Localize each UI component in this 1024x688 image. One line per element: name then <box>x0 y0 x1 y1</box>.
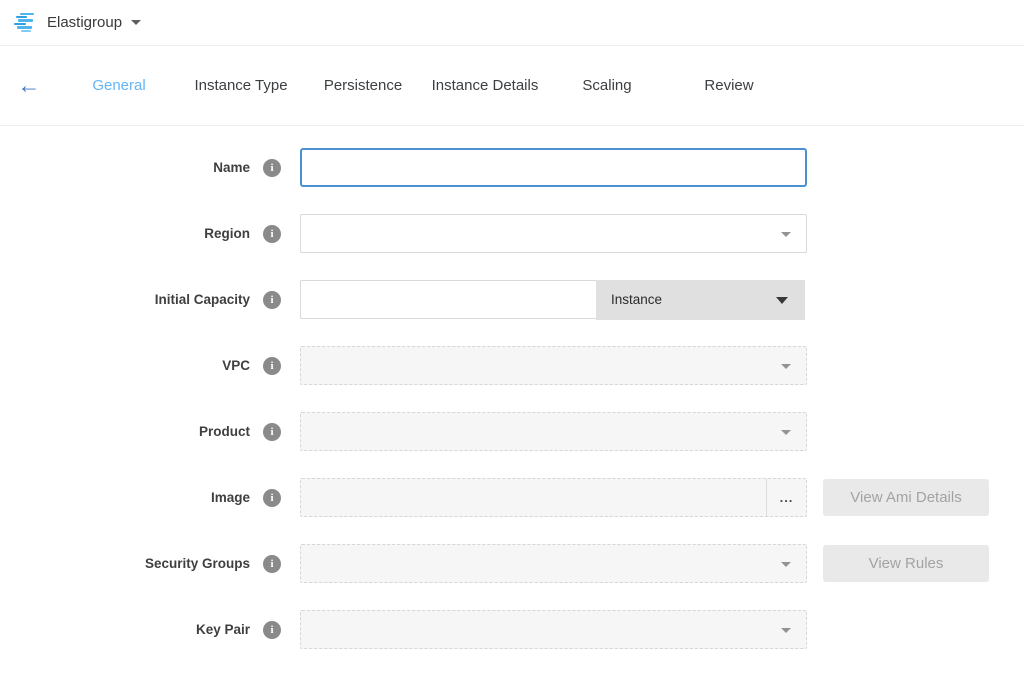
capacity-unit-value: Instance <box>611 292 662 307</box>
product-select <box>300 412 807 451</box>
security-groups-label: Security Groups <box>145 556 250 571</box>
tab-instance-details[interactable]: Instance Details <box>424 77 546 94</box>
initial-capacity-label: Initial Capacity <box>155 292 250 307</box>
name-info-icon[interactable]: i <box>263 159 281 177</box>
key-pair-row: Key Pair i <box>0 610 1024 649</box>
vpc-select <box>300 346 807 385</box>
key-pair-info-icon[interactable]: i <box>263 621 281 639</box>
view-ami-details-button[interactable]: View Ami Details <box>823 479 989 516</box>
vpc-chevron-down-icon <box>781 364 791 369</box>
tab-persistence[interactable]: Persistence <box>302 77 424 94</box>
region-label: Region <box>204 226 250 241</box>
back-arrow-icon[interactable]: ← <box>0 74 58 97</box>
key-pair-label: Key Pair <box>196 622 250 637</box>
initial-capacity-row: Initial Capacity i Instance <box>0 280 1024 319</box>
name-input[interactable] <box>300 148 807 187</box>
name-row: Name i <box>0 148 1024 187</box>
general-settings-form: Name i Region i Initial Capacity i Inst <box>0 126 1024 649</box>
elastigroup-logo-icon <box>14 13 37 33</box>
wizard-tab-bar: ← General Instance Type Persistence Inst… <box>0 46 1024 126</box>
key-pair-chevron-down-icon <box>781 628 791 633</box>
image-value <box>301 479 766 516</box>
initial-capacity-input[interactable] <box>300 280 596 319</box>
security-groups-chevron-down-icon <box>781 562 791 567</box>
image-row: Image i ... View Ami Details <box>0 478 1024 517</box>
product-info-icon[interactable]: i <box>263 423 281 441</box>
image-label: Image <box>211 490 250 505</box>
tab-scaling[interactable]: Scaling <box>546 77 668 94</box>
app-header: Elastigroup <box>0 0 1024 46</box>
product-chevron-down-icon <box>781 430 791 435</box>
product-row: Product i <box>0 412 1024 451</box>
tab-review[interactable]: Review <box>668 77 790 94</box>
product-label: Product <box>199 424 250 439</box>
vpc-row: VPC i <box>0 346 1024 385</box>
tab-general[interactable]: General <box>58 77 180 94</box>
initial-capacity-info-icon[interactable]: i <box>263 291 281 309</box>
capacity-unit-chevron-down-icon <box>776 297 788 304</box>
name-label: Name <box>213 160 250 175</box>
app-title: Elastigroup <box>47 14 122 31</box>
security-groups-info-icon[interactable]: i <box>263 555 281 573</box>
vpc-info-icon[interactable]: i <box>263 357 281 375</box>
image-browse-button[interactable]: ... <box>766 479 806 516</box>
region-chevron-down-icon <box>781 232 791 237</box>
key-pair-select <box>300 610 807 649</box>
app-switcher-chevron-down-icon[interactable] <box>131 20 141 25</box>
security-groups-row: Security Groups i View Rules <box>0 544 1024 583</box>
region-row: Region i <box>0 214 1024 253</box>
security-groups-select <box>300 544 807 583</box>
region-select[interactable] <box>300 214 807 253</box>
tab-instance-type[interactable]: Instance Type <box>180 77 302 94</box>
vpc-label: VPC <box>222 358 250 373</box>
view-rules-button[interactable]: View Rules <box>823 545 989 582</box>
region-info-icon[interactable]: i <box>263 225 281 243</box>
capacity-unit-select[interactable]: Instance <box>596 280 805 320</box>
image-input-group: ... <box>300 478 807 517</box>
image-info-icon[interactable]: i <box>263 489 281 507</box>
